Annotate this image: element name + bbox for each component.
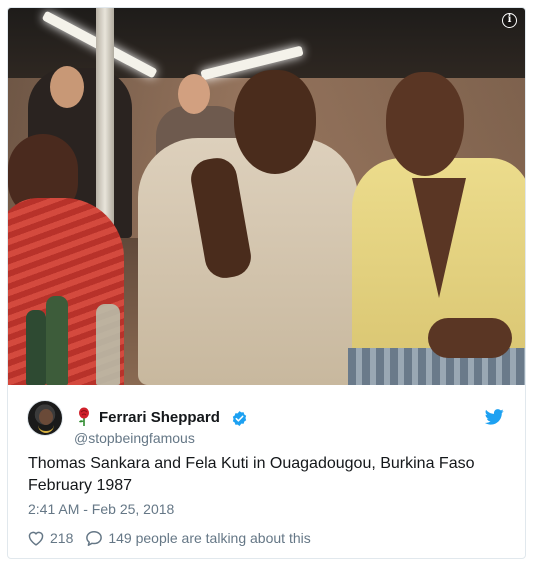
tweet-card[interactable]: i Ferrari Sheppard @stopbeingfamous Thom… xyxy=(7,7,526,559)
heart-icon xyxy=(28,531,44,546)
conversation-count: 149 people are talking about this xyxy=(108,530,311,546)
photo-background-person-head xyxy=(50,66,84,108)
author-handle[interactable]: @stopbeingfamous xyxy=(74,430,195,446)
tweet-text: Thomas Sankara and Fela Kuti in Ouagadou… xyxy=(28,453,508,497)
author-display-name[interactable]: Ferrari Sheppard xyxy=(99,409,220,426)
photo-man-right-head xyxy=(386,72,464,176)
speech-bubble-icon xyxy=(86,530,103,546)
like-button[interactable]: 218 xyxy=(27,530,73,546)
photo-background-person-head xyxy=(178,74,210,114)
photo-bottle xyxy=(96,304,120,385)
rose-icon xyxy=(79,407,89,426)
tweet-text-line: Thomas Sankara and Fela Kuti in Ouagadou… xyxy=(28,455,475,472)
avatar[interactable] xyxy=(27,400,63,436)
photo-man-right-hands xyxy=(428,318,512,358)
like-count: 218 xyxy=(50,530,74,546)
tweet-photo[interactable]: i xyxy=(8,8,525,385)
avatar-chain xyxy=(38,425,54,433)
conversation-button[interactable]: 149 people are talking about this xyxy=(85,530,311,547)
verified-badge-icon xyxy=(232,411,247,426)
tweet-timestamp[interactable]: 2:41 AM - Feb 25, 2018 xyxy=(28,501,174,517)
photo-man-left-head xyxy=(234,70,316,174)
tweet-actions: 218 149 people are talking about this xyxy=(27,528,323,548)
photo-bottle xyxy=(46,296,68,385)
tweet-header: Ferrari Sheppard @stopbeingfamous xyxy=(8,385,525,446)
info-icon[interactable]: i xyxy=(502,13,517,28)
tweet-text-line: February 1987 xyxy=(28,477,133,494)
avatar-face xyxy=(39,409,53,425)
twitter-bird-icon[interactable] xyxy=(485,409,504,425)
photo-pole xyxy=(96,8,114,238)
photo-bottle xyxy=(26,310,46,385)
